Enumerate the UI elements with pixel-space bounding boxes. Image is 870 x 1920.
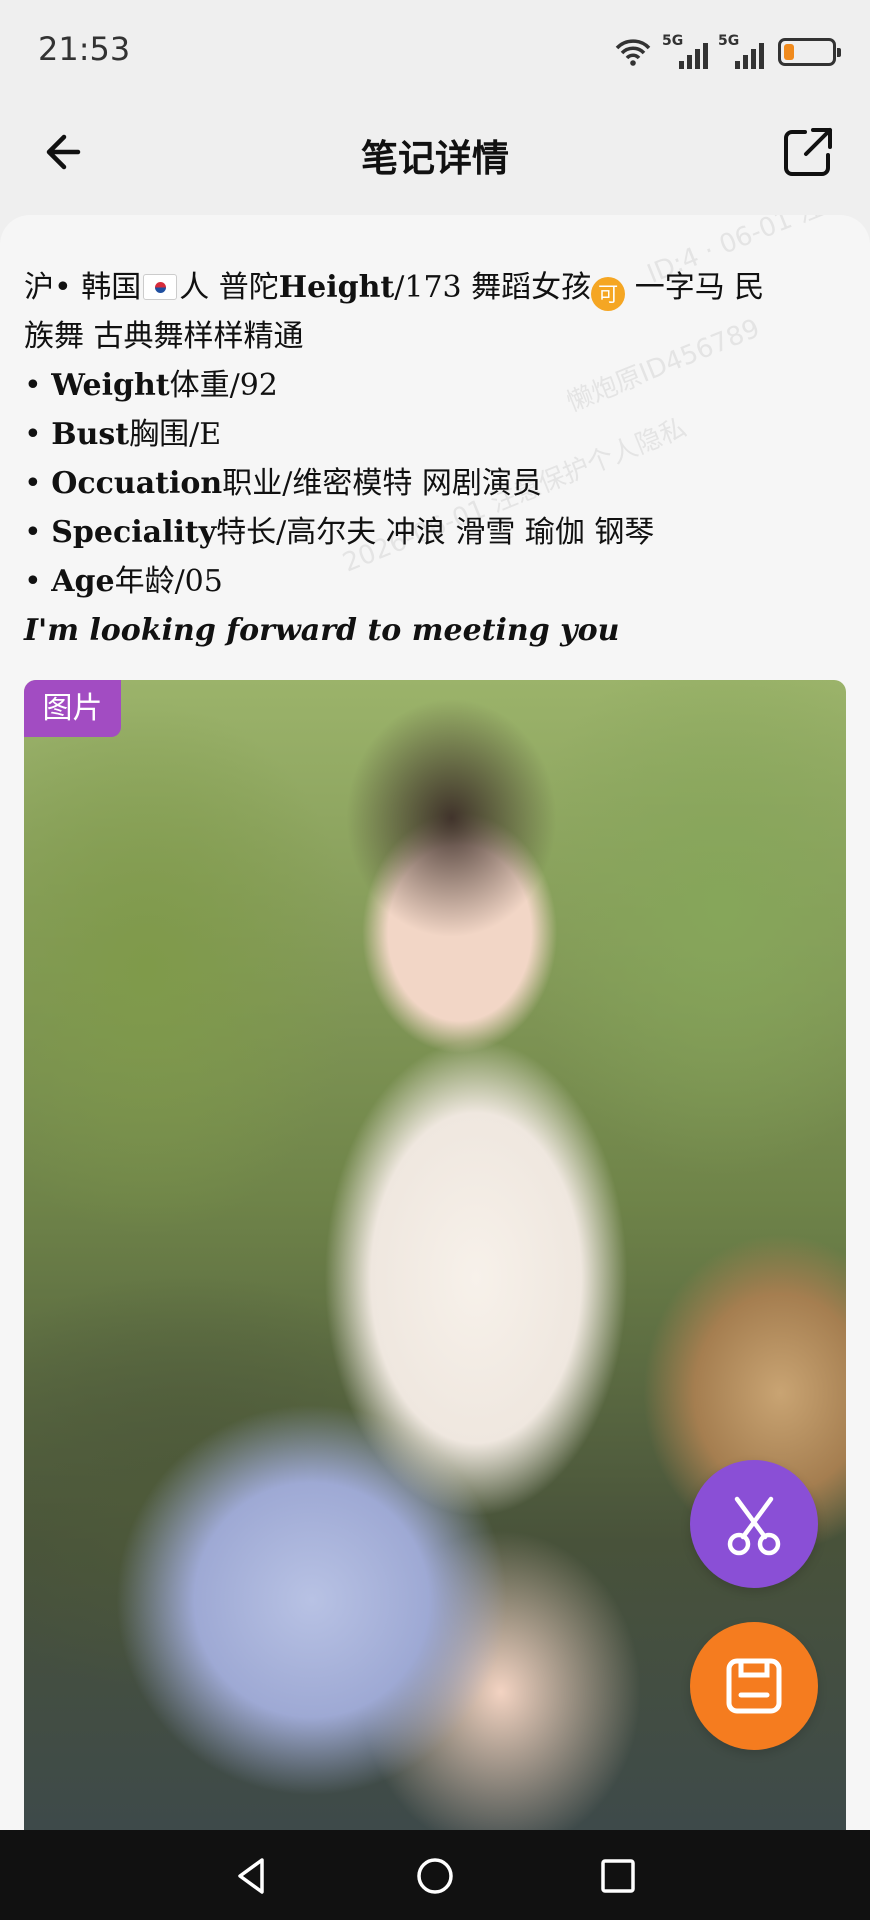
recents-square-icon	[601, 1859, 635, 1893]
share-icon	[784, 128, 832, 176]
note-line: 沪• 韩国人 普陀Height/173 舞蹈女孩可 一字马 民	[24, 263, 854, 312]
age-line: • Age年龄/05	[24, 564, 223, 599]
status-time: 21:53	[38, 30, 131, 68]
ke-badge-icon: 可	[591, 277, 626, 311]
speciality-line: • Speciality特长/高尔夫 冲浪 滑雪 瑜伽 钢琴	[24, 515, 655, 550]
occupation-line: • Occuation职业/维密模特 网剧演员	[24, 466, 542, 501]
save-icon	[726, 1658, 782, 1714]
wifi-icon	[615, 39, 651, 66]
note-text: 沪• 韩国人 普陀Height/173 舞蹈女孩可 一字马 民 族舞 古典舞样样…	[24, 263, 854, 655]
home-circle-icon	[417, 1858, 453, 1894]
closing-line: I'm looking forward to meeting you	[24, 613, 620, 648]
signal-icon: 5G	[718, 33, 764, 69]
signal-icon: 5G	[662, 33, 708, 69]
status-icons: 5G 5G	[614, 32, 841, 72]
battery-icon	[778, 38, 841, 66]
photo-tag: 图片	[24, 680, 121, 737]
system-recents-button[interactable]	[594, 1852, 642, 1900]
status-bar: 21:53 5G 5G	[0, 0, 870, 100]
system-nav-bar	[0, 1830, 870, 1920]
bust-line: • Bust胸围/E	[24, 417, 222, 452]
note-line: 族舞 古典舞样样精通	[24, 319, 304, 354]
system-back-button[interactable]	[228, 1852, 276, 1900]
share-button[interactable]	[778, 122, 838, 182]
page-title: 笔记详情	[361, 137, 509, 180]
save-button[interactable]	[690, 1622, 818, 1750]
system-home-button[interactable]	[411, 1852, 459, 1900]
weight-line: • Weight体重/92	[24, 368, 278, 403]
korea-flag-icon	[143, 274, 178, 300]
cut-button[interactable]	[690, 1460, 818, 1588]
note-card: ID:4 · 06-01 注意 2026-06-01 注意保护个人隐私 懒炮原I…	[0, 215, 870, 1830]
back-triangle-icon	[238, 1858, 264, 1894]
nav-bar: 笔记详情	[0, 100, 870, 205]
scissors-icon	[727, 1496, 781, 1556]
